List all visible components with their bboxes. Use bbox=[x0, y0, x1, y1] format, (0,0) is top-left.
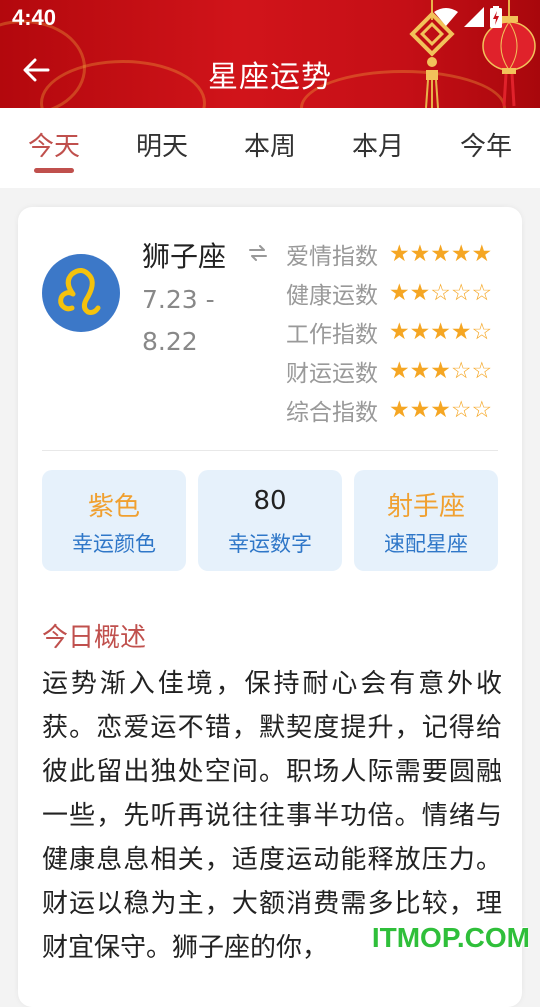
leo-icon bbox=[42, 254, 120, 332]
lucky-number-box: 80 幸运数字 bbox=[198, 470, 342, 571]
rating-label: 综合指数 bbox=[286, 399, 378, 426]
tab-label: 明天 bbox=[135, 132, 188, 162]
divider bbox=[42, 450, 498, 451]
rating-row: 爱情指数 ★★★★★ bbox=[264, 234, 504, 273]
tab-today[interactable]: 今天 bbox=[4, 108, 104, 188]
tab-tomorrow[interactable]: 明天 bbox=[112, 108, 212, 188]
rating-row: 健康运数 ★★☆☆☆ bbox=[264, 273, 504, 312]
rating-row: 工作指数 ★★★★☆ bbox=[264, 312, 504, 351]
active-tab-indicator bbox=[34, 168, 74, 173]
match-sign-label: 速配星座 bbox=[384, 532, 468, 556]
app-header: 4:40 星座运势 bbox=[0, 0, 540, 108]
star-rating: ★★★★★ bbox=[389, 240, 493, 267]
tab-this-week[interactable]: 本周 bbox=[220, 108, 320, 188]
rating-row: 财运运数 ★★★☆☆ bbox=[264, 351, 504, 390]
tab-label: 今年 bbox=[459, 132, 512, 162]
battery-charging-icon bbox=[490, 6, 502, 28]
rating-label: 财运运数 bbox=[286, 360, 378, 387]
lucky-info: 紫色 幸运颜色 80 幸运数字 射手座 速配星座 bbox=[42, 470, 498, 571]
lucky-color-box: 紫色 幸运颜色 bbox=[42, 470, 186, 571]
rating-row: 综合指数 ★★★☆☆ bbox=[264, 390, 504, 429]
sign-dates: 7.23 - 8.22 bbox=[142, 285, 215, 356]
lucky-number-value: 80 bbox=[253, 486, 287, 516]
tab-label: 本月 bbox=[351, 132, 404, 162]
horoscope-card: 狮子座 7.23 - 8.22 爱情指数 ★★★★★ 健康运数 ★★☆☆☆ 工作… bbox=[18, 207, 522, 1007]
star-rating: ★★★☆☆ bbox=[389, 396, 493, 423]
page-title: 星座运势 bbox=[208, 60, 332, 95]
sign-name: 狮子座 bbox=[142, 240, 227, 273]
lucky-number-label: 幸运数字 bbox=[228, 532, 312, 556]
ratings-list: 爱情指数 ★★★★★ 健康运数 ★★☆☆☆ 工作指数 ★★★★☆ 财运运数 ★★… bbox=[264, 234, 504, 429]
tab-this-month[interactable]: 本月 bbox=[328, 108, 428, 188]
period-tabs: 今天 明天 本周 本月 今年 bbox=[0, 108, 540, 188]
wifi-icon bbox=[434, 8, 458, 26]
star-rating: ★★★★☆ bbox=[389, 318, 493, 345]
section-title: 今日概述 bbox=[42, 623, 147, 653]
rating-label: 爱情指数 bbox=[286, 243, 378, 270]
status-time: 4:40 bbox=[12, 5, 57, 30]
tab-label: 本周 bbox=[243, 132, 296, 162]
star-rating: ★★☆☆☆ bbox=[389, 279, 493, 306]
match-sign-value: 射手座 bbox=[386, 492, 465, 522]
lucky-color-label: 幸运颜色 bbox=[72, 532, 156, 556]
star-rating: ★★★☆☆ bbox=[389, 357, 493, 384]
match-sign-box: 射手座 速配星座 bbox=[354, 470, 498, 571]
lucky-color-value: 紫色 bbox=[87, 492, 140, 522]
tab-label: 今天 bbox=[27, 132, 80, 162]
rating-label: 健康运数 bbox=[286, 282, 378, 309]
signal-icon bbox=[464, 7, 484, 27]
watermark: ITMOP.COM bbox=[371, 922, 530, 953]
rating-label: 工作指数 bbox=[286, 321, 378, 348]
tab-this-year[interactable]: 今年 bbox=[436, 108, 536, 188]
status-icons bbox=[434, 6, 502, 28]
